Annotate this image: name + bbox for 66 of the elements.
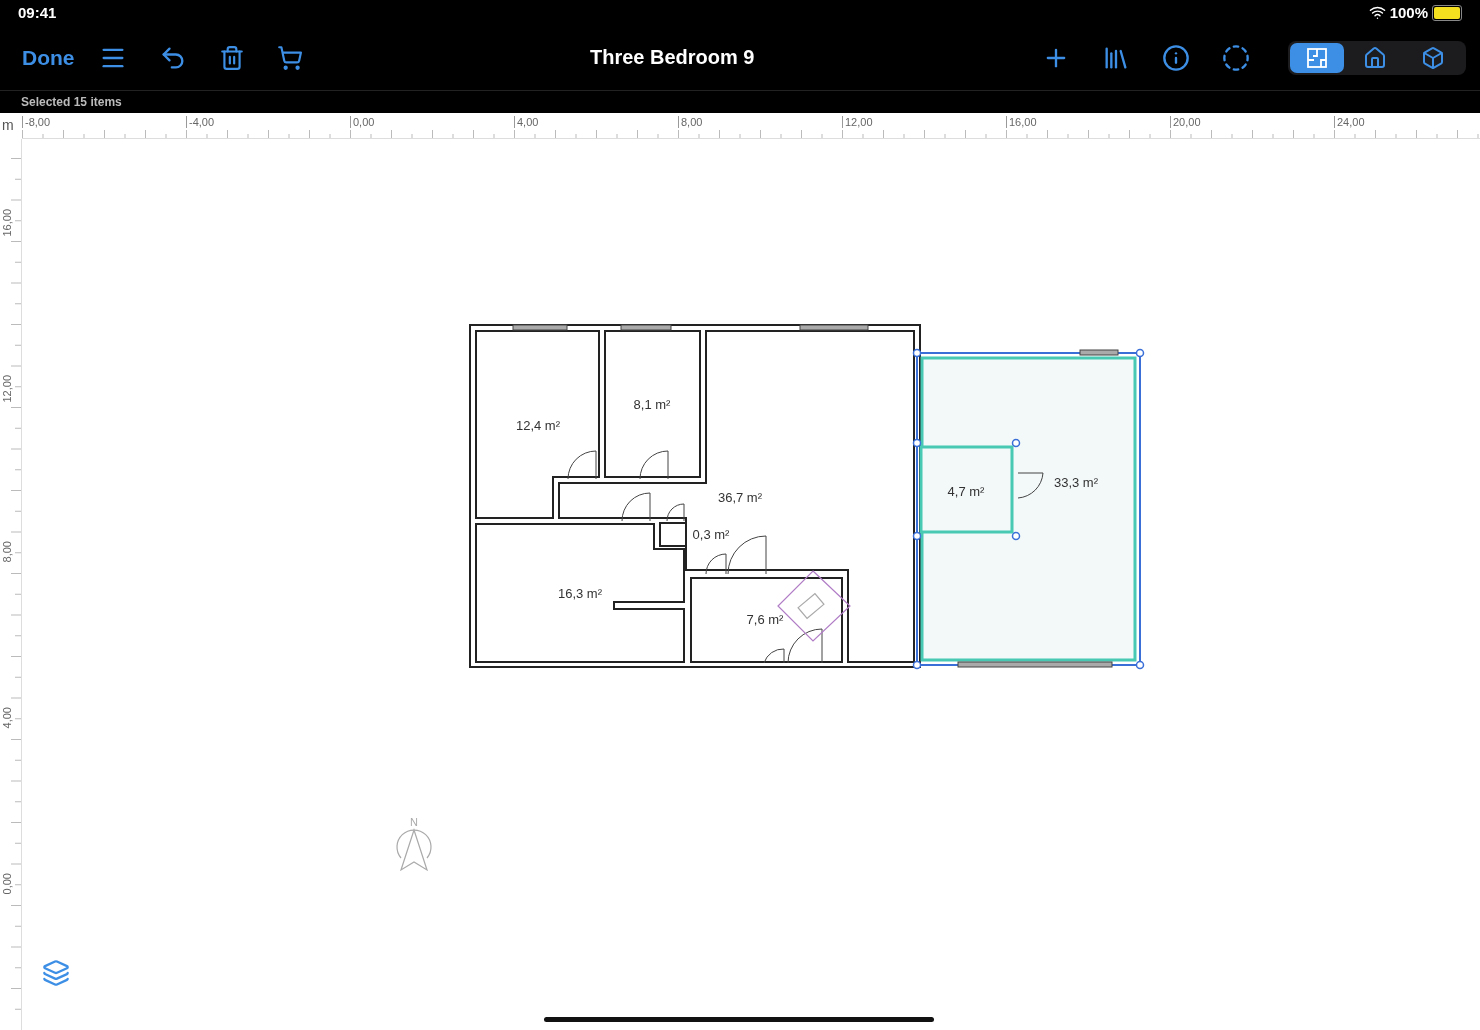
selection-handle[interactable] (912, 438, 922, 448)
house-icon (1363, 45, 1387, 70)
door (666, 503, 685, 522)
clock-time: 09:41 (18, 4, 57, 21)
ruler-label: 20,00 (1170, 116, 1201, 128)
ruler-label: 12,00 (842, 116, 873, 128)
layers-button[interactable] (42, 959, 70, 987)
door (639, 450, 669, 480)
window (1079, 349, 1119, 356)
ruler-label: 16,00 (1006, 116, 1037, 128)
trash-icon (218, 44, 245, 71)
selection-handle[interactable] (1135, 348, 1145, 358)
cart-icon (276, 44, 303, 71)
room-floor[interactable] (475, 523, 685, 663)
window (799, 324, 869, 331)
ruler-label: -4,00 (186, 116, 215, 128)
room-area-label: 7,6 m² (746, 612, 784, 627)
compass-north-label: N (410, 817, 418, 828)
floor-plan-icon (1305, 45, 1329, 70)
selection-handle[interactable] (1011, 438, 1021, 448)
room-floor[interactable] (475, 330, 600, 519)
room-area-label: 4,7 m² (947, 484, 985, 499)
ruler-label: 12,00 (1, 375, 13, 403)
selection-handle[interactable] (912, 348, 922, 358)
compass-icon (393, 828, 435, 872)
ruler-label: 0,00 (1, 873, 13, 895)
room-floor[interactable] (659, 522, 687, 547)
room-floor[interactable] (690, 577, 843, 663)
door (621, 492, 651, 522)
ruler-label: 8,00 (1, 541, 13, 563)
door (787, 628, 823, 664)
window (512, 324, 568, 331)
room-area-label: 0,3 m² (692, 527, 730, 542)
ruler-label: 16,00 (1, 209, 13, 237)
ruler-label: 0,00 (350, 116, 375, 128)
selection-info: Selected 15 items (0, 90, 1480, 113)
document-title: Three Bedroom 9 (589, 46, 756, 69)
selection-handle[interactable] (1135, 660, 1145, 670)
wifi-icon (1368, 4, 1386, 21)
ruler-label: 24,00 (1334, 116, 1365, 128)
view-mode-button[interactable] (1290, 42, 1344, 73)
ruler-label: 8,00 (678, 116, 703, 128)
ruler-label: 4,00 (514, 116, 539, 128)
done-button[interactable]: Done (14, 41, 83, 74)
selection-handle[interactable] (912, 660, 922, 670)
door (763, 648, 785, 664)
selection-handle[interactable] (1011, 531, 1021, 541)
selection-handle[interactable] (912, 531, 922, 541)
room-area-label: 12,4 m² (515, 418, 561, 433)
room-area-label: 16,3 m² (557, 586, 603, 601)
window (620, 324, 672, 331)
dashed-circle-icon (1222, 43, 1250, 72)
door (567, 450, 597, 480)
info-icon (1162, 43, 1190, 72)
ruler-label: 4,00 (1, 707, 13, 729)
room-area-label: 33,3 m² (1053, 475, 1099, 490)
cube-icon (1421, 45, 1445, 70)
door (1017, 472, 1044, 499)
room-area-label: 36,7 m² (717, 490, 763, 505)
ruler-label: -8,00 (22, 116, 51, 128)
room-area-label: 8,1 m² (633, 397, 671, 412)
battery-percentage: 100% (1389, 4, 1428, 21)
battery-icon (1432, 4, 1462, 21)
layers-icon (42, 959, 70, 987)
room-floor[interactable] (604, 330, 701, 478)
ruler-unit: m (1, 116, 15, 135)
